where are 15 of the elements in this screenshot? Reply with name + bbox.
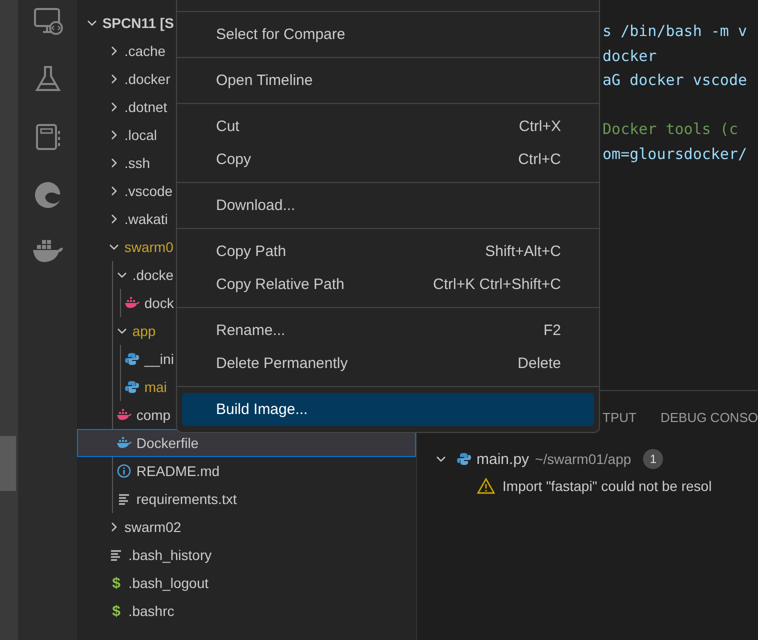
problem-count-badge: 1: [643, 449, 664, 469]
keyboard-shortcut: Ctrl+C: [518, 151, 561, 168]
code-comment: Docker tools (c: [602, 119, 739, 140]
code-line: om=gloursdocker/: [602, 144, 748, 164]
keyboard-shortcut: Ctrl+K Ctrl+Shift+C: [433, 276, 561, 293]
code-line: docker: [602, 46, 658, 66]
keyboard-shortcut: F2: [543, 322, 561, 339]
code-line: aG docker vscode: [602, 70, 748, 91]
file-path: ~/swarm01/app: [535, 451, 632, 467]
keyboard-shortcut: Ctrl+X: [518, 118, 561, 135]
dollar-icon: $: [112, 574, 121, 592]
keyboard-shortcut: Delete: [518, 355, 561, 372]
code-line: s /bin/bash -m v: [602, 21, 748, 42]
keyboard-shortcut: Shift+Alt+C: [485, 243, 561, 260]
dollar-icon: $: [112, 602, 121, 620]
